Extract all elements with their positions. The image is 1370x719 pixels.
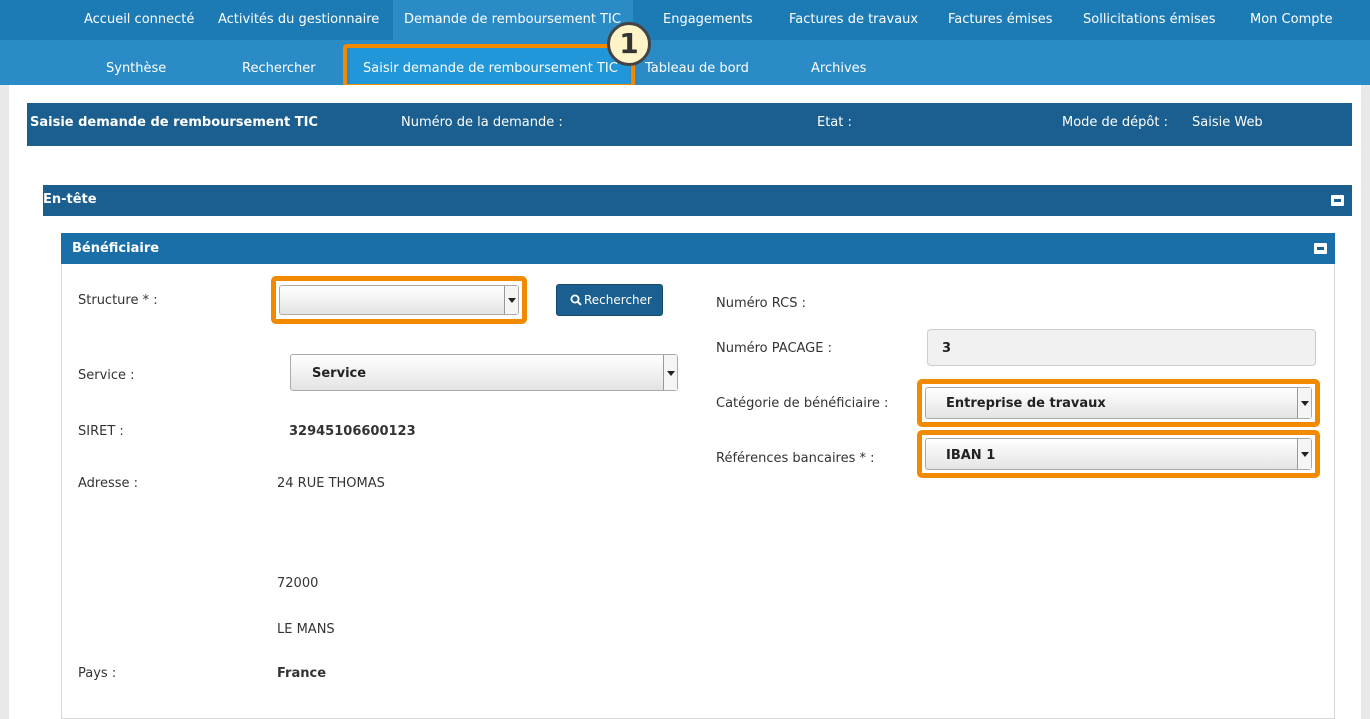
highlight-frame	[343, 44, 635, 88]
mode-depot-label: Mode de dépôt :	[1062, 115, 1168, 130]
mode-depot-value: Saisie Web	[1192, 115, 1263, 130]
service-select-value: Service	[312, 366, 367, 381]
banque-label: Références bancaires * :	[716, 451, 875, 466]
structure-select[interactable]	[279, 285, 519, 315]
banque-select-value: IBAN 1	[946, 448, 996, 463]
adresse-label: Adresse :	[78, 476, 139, 491]
collapse-icon[interactable]	[1331, 195, 1344, 206]
section-entete-header[interactable]: En-tête	[43, 185, 1352, 216]
section-beneficiaire-header[interactable]: Bénéficiaire	[61, 233, 1335, 264]
nav-factures-travaux[interactable]: Factures de travaux	[789, 12, 918, 27]
rechercher-button-label: Rechercher	[584, 293, 652, 307]
siret-label: SIRET :	[78, 424, 124, 439]
adresse-code-postal: 72000	[277, 576, 319, 591]
adresse-ville: LE MANS	[277, 622, 335, 637]
nav-mon-compte[interactable]: Mon Compte	[1250, 12, 1333, 27]
adresse-line1: 24 RUE THOMAS	[277, 476, 385, 491]
nav-demande-remboursement[interactable]: Demande de remboursement TIC	[404, 12, 621, 27]
step-number-badge: 1	[607, 22, 651, 66]
request-header-bar: Saisie demande de remboursement TIC Numé…	[27, 103, 1352, 146]
search-icon	[570, 294, 582, 306]
subnav-rechercher[interactable]: Rechercher	[242, 61, 316, 76]
subnav-archives[interactable]: Archives	[811, 61, 866, 76]
chevron-down-icon	[663, 355, 677, 390]
collapse-icon[interactable]	[1314, 243, 1327, 254]
nav-engagements[interactable]: Engagements	[663, 12, 753, 27]
nav-factures-emises[interactable]: Factures émises	[948, 12, 1053, 27]
nav-accueil[interactable]: Accueil connecté	[84, 12, 194, 27]
rechercher-button[interactable]: Rechercher	[556, 284, 663, 316]
banque-select[interactable]: IBAN 1	[925, 438, 1312, 470]
categorie-label: Catégorie de bénéficiaire :	[716, 396, 889, 411]
subnav-synthese[interactable]: Synthèse	[106, 61, 166, 76]
numero-demande-label: Numéro de la demande :	[401, 115, 563, 130]
pays-label: Pays :	[78, 666, 117, 681]
chevron-down-icon	[504, 286, 518, 314]
siret-value: 32945106600123	[289, 424, 416, 439]
categorie-select-value: Entreprise de travaux	[946, 396, 1106, 411]
chevron-down-icon	[1297, 388, 1311, 418]
section-beneficiaire-title: Bénéficiaire	[72, 241, 160, 256]
pays-value: France	[277, 666, 327, 681]
structure-label: Structure * :	[78, 293, 158, 308]
categorie-select[interactable]: Entreprise de travaux	[925, 387, 1312, 419]
chevron-down-icon	[1297, 439, 1311, 469]
page-title: Saisie demande de remboursement TIC	[30, 115, 318, 130]
subnav-tableau-de-bord[interactable]: Tableau de bord	[645, 61, 749, 76]
service-select[interactable]: Service	[290, 354, 678, 391]
nav-sollicitations[interactable]: Sollicitations émises	[1083, 12, 1216, 27]
service-label: Service :	[78, 368, 135, 383]
section-entete-title: En-tête	[43, 192, 97, 207]
etat-label: Etat :	[817, 115, 852, 130]
pacage-value: 3	[942, 341, 952, 356]
rcs-label: Numéro RCS :	[716, 296, 806, 311]
pacage-field[interactable]: 3	[927, 329, 1316, 366]
nav-activites[interactable]: Activités du gestionnaire	[218, 12, 379, 27]
pacage-label: Numéro PACAGE :	[716, 341, 832, 356]
